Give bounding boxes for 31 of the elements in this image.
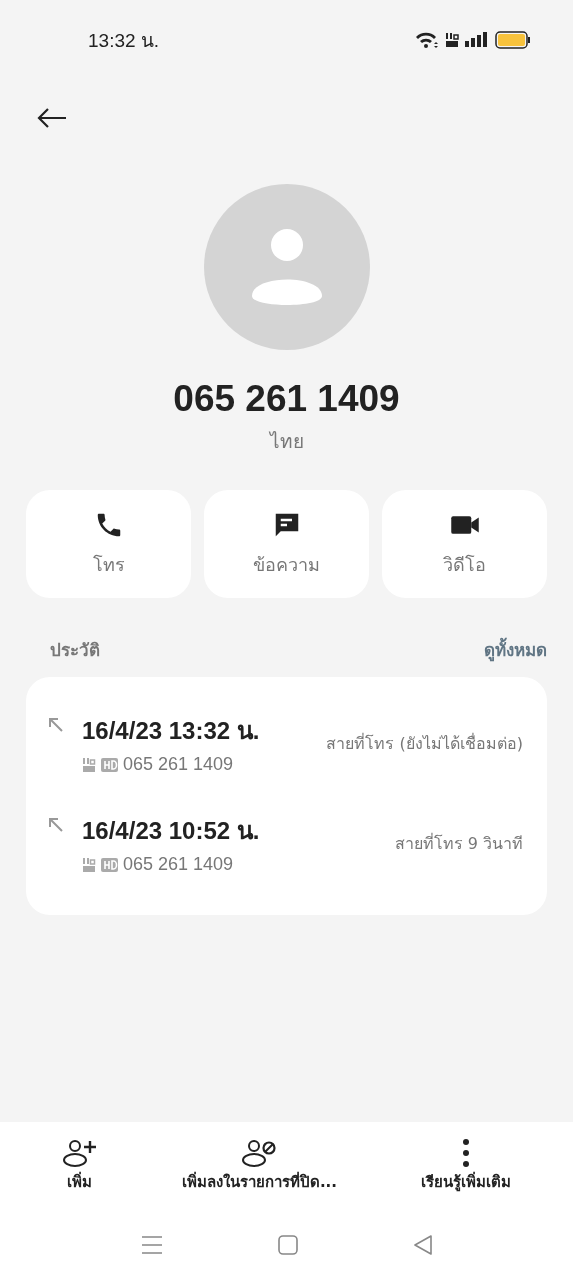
- location-label: ไทย: [268, 429, 305, 454]
- message-button[interactable]: ข้อความ: [204, 490, 369, 598]
- video-button[interactable]: วิดีโอ: [382, 490, 547, 598]
- outgoing-arrow-icon: [48, 817, 64, 833]
- call-status: สายที่โทร (ยังไม่ได้เชื่อมต่อ): [326, 732, 523, 755]
- hd-icon: [101, 757, 118, 772]
- block-person-icon: [241, 1138, 278, 1168]
- call-datetime: 16/4/23 13:32 น.: [82, 716, 260, 746]
- menu-icon[interactable]: [140, 1235, 163, 1255]
- call-status: สายที่โทร 9 วินาที: [394, 832, 523, 855]
- battery-icon: [495, 31, 531, 49]
- view-all-link[interactable]: ดูทั้งหมด: [484, 636, 547, 663]
- wifi-icon: [415, 31, 439, 49]
- status-time: 13:32 น.: [88, 29, 160, 53]
- outgoing-arrow-icon: [48, 717, 64, 733]
- hd-icon: [101, 857, 118, 872]
- more-icon: [462, 1138, 470, 1168]
- phone-number: 065 261 1409: [172, 378, 401, 420]
- block-button[interactable]: เพิ่มลงในรายการที่ปิด...: [181, 1138, 338, 1194]
- call-button[interactable]: โทร: [26, 490, 191, 598]
- home-icon[interactable]: [277, 1235, 298, 1255]
- call-datetime: 16/4/23 10:52 น.: [82, 816, 260, 846]
- history-heading: ประวัติ: [50, 639, 100, 662]
- call-number: 065 261 1409: [123, 854, 234, 875]
- signal-icon: [465, 32, 489, 48]
- call-number: 065 261 1409: [123, 754, 234, 775]
- add-person-icon: [61, 1138, 98, 1168]
- more-button[interactable]: เรียนรู้เพิ่มเติม: [421, 1138, 511, 1194]
- add-button[interactable]: เพิ่ม: [61, 1138, 98, 1194]
- back-icon[interactable]: [36, 106, 68, 130]
- back-nav-icon[interactable]: [412, 1235, 433, 1255]
